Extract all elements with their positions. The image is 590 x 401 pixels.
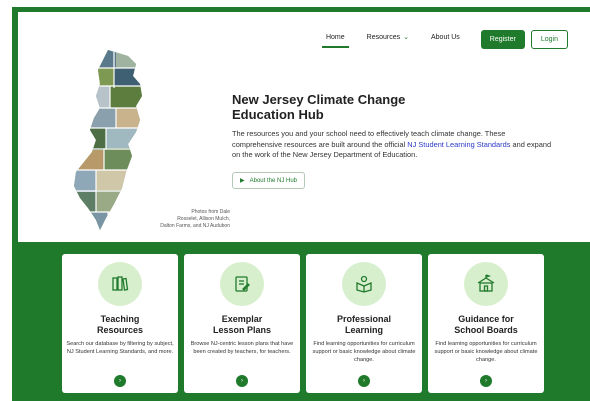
page-title-line: Education Hub [232, 107, 324, 123]
card-title-line: Teaching [100, 314, 140, 324]
card-icon-circle [342, 262, 386, 306]
register-button[interactable]: Register [480, 30, 525, 49]
photo-credit-line: Dalton Farms, and NJ Audubon [160, 222, 230, 229]
hero-description: The resources you and your school need t… [232, 129, 554, 161]
card-icon-circle [98, 262, 142, 306]
card-title-line: Guidance for [458, 314, 514, 324]
card-guidance-school-boards[interactable]: Guidance for School Boards Find learning… [428, 254, 544, 393]
feature-cards: Teaching Resources Search our database b… [62, 254, 544, 393]
photo-credit: Photos from Dale Rosselet, Allison Mulch… [136, 209, 230, 229]
card-description: Browse NJ-centric lesson plans that have… [190, 340, 294, 355]
card-title-line: Professional [336, 314, 392, 324]
card-title-line: School Boards [454, 324, 518, 335]
card-title-line: Exemplar [221, 314, 263, 324]
books-icon [112, 276, 129, 291]
card-title: Professional Learning [337, 314, 391, 336]
arrow-right-icon[interactable]: › [480, 375, 492, 387]
nj-standards-link[interactable]: NJ Student Learning Standards [407, 140, 510, 149]
school-icon [477, 274, 495, 292]
card-icon-circle [464, 262, 508, 306]
nav-resources[interactable]: Resources ⌄ [367, 33, 409, 46]
about-nj-hub-label: About the NJ Hub [249, 177, 297, 184]
nav-resources-label: Resources [366, 33, 401, 41]
new-jersey-photo-map [74, 50, 142, 230]
arrow-right-icon[interactable]: › [114, 375, 126, 387]
card-title: Guidance for School Boards [454, 314, 518, 336]
card-teaching-resources[interactable]: Teaching Resources Search our database b… [62, 254, 178, 393]
card-description: Search our database by filtering by subj… [66, 340, 174, 355]
card-title-line: Resources [96, 324, 144, 335]
page-title-line: New Jersey Climate Change [232, 92, 406, 107]
play-icon: ▶ [240, 178, 245, 184]
top-nav: Home Resources ⌄ About Us Register Login [315, 30, 568, 49]
card-title: Exemplar Lesson Plans [213, 314, 271, 336]
login-button[interactable]: Login [530, 30, 568, 49]
page-title: New Jersey Climate Change Education Hub [232, 92, 532, 123]
arrow-right-icon[interactable]: › [236, 375, 248, 387]
nav-about-label: About Us [430, 33, 460, 41]
about-nj-hub-button[interactable]: ▶ About the NJ Hub [232, 172, 305, 189]
card-description: Find learning opportunities for curricul… [312, 340, 416, 363]
hero-section: Home Resources ⌄ About Us Register Login [18, 12, 590, 242]
photo-credit-line: Photos from Dale [191, 209, 230, 215]
arrow-right-icon[interactable]: › [358, 375, 370, 387]
chevron-down-icon: ⌄ [403, 34, 409, 41]
reader-icon [356, 275, 372, 293]
nav-home[interactable]: Home [322, 33, 349, 48]
card-icon-circle [220, 262, 264, 306]
nav-home-label: Home [325, 33, 345, 41]
card-description: Find learning opportunities for curricul… [434, 340, 538, 363]
card-title-line: Lesson Plans [212, 324, 272, 335]
card-professional-learning[interactable]: Professional Learning Find learning oppo… [306, 254, 422, 393]
card-title-line: Learning [344, 324, 383, 335]
lesson-plan-icon [235, 276, 250, 292]
card-exemplar-lesson-plans[interactable]: Exemplar Lesson Plans Browse NJ-centric … [184, 254, 300, 393]
nav-about-us[interactable]: About Us [431, 34, 460, 46]
photo-credit-line: Rosselet, Allison Mulch, [177, 215, 230, 222]
card-title: Teaching Resources [97, 314, 143, 336]
